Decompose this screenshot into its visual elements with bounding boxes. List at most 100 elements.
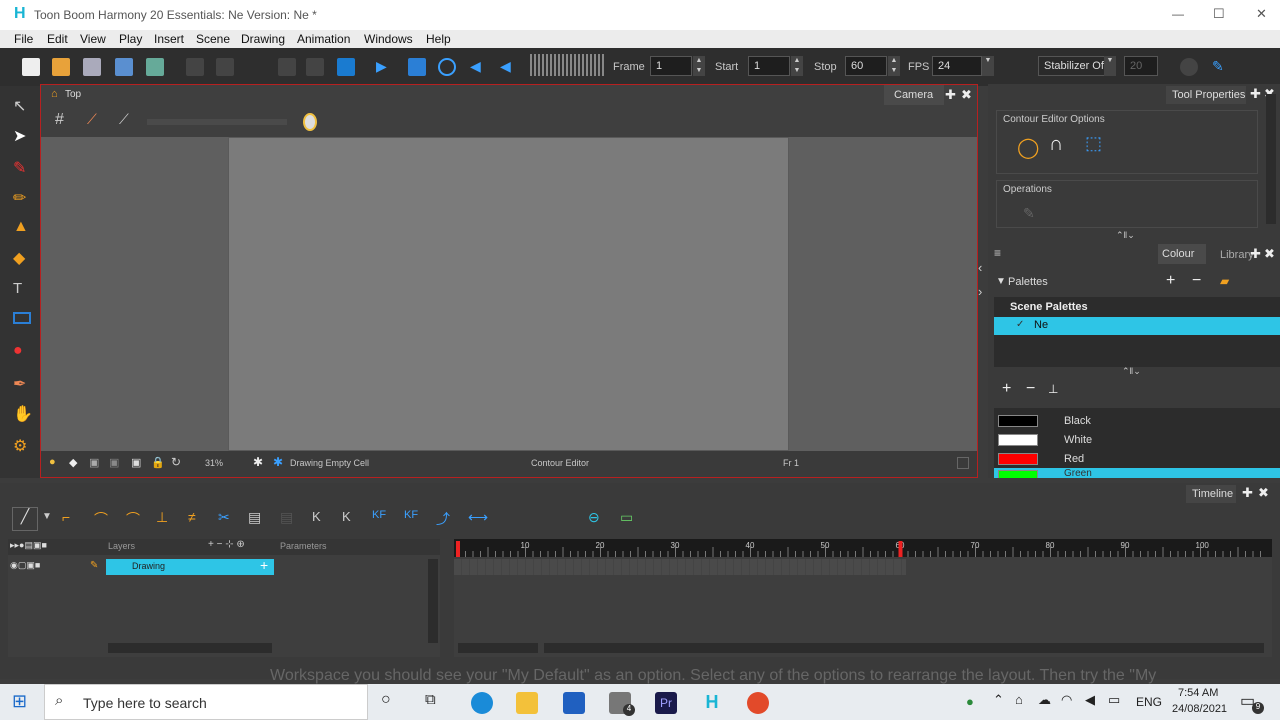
- start-stepper[interactable]: ▲ ▼: [791, 56, 803, 76]
- loop-icon[interactable]: [438, 58, 456, 76]
- prev-keyframe-icon[interactable]: K: [312, 509, 321, 524]
- volume-icon[interactable]: ◀: [1085, 692, 1095, 708]
- language-indicator[interactable]: ENG: [1136, 695, 1162, 709]
- motion-icon[interactable]: ⌒: [126, 509, 140, 529]
- undo-icon[interactable]: [186, 58, 204, 76]
- motion-keyframe-icon[interactable]: ⤴: [436, 509, 450, 529]
- save-as-icon[interactable]: [115, 58, 133, 76]
- smooth-icon[interactable]: ✎: [1023, 205, 1035, 222]
- palettes-expand-icon[interactable]: ▼: [996, 276, 1006, 287]
- layers-h-scrollbar[interactable]: [108, 643, 272, 653]
- edge-browser-icon[interactable]: [471, 692, 493, 714]
- next-keyframe-icon[interactable]: K: [342, 509, 351, 524]
- tray-app-icon[interactable]: ●: [966, 694, 974, 709]
- layer-toggles-icon[interactable]: ▸▸●▤▣■: [10, 540, 47, 551]
- hand-icon[interactable]: ✋: [13, 404, 33, 423]
- remove-palette-icon[interactable]: −: [1192, 272, 1201, 290]
- menu-animation[interactable]: Animation: [297, 32, 350, 46]
- settings-gear-icon[interactable]: ✱: [253, 455, 263, 469]
- sound-icon[interactable]: ◀: [470, 58, 488, 76]
- contour-editor-icon[interactable]: ➤: [13, 126, 31, 145]
- zoom-level[interactable]: 31%: [205, 458, 223, 468]
- add-colour-panel-icon[interactable]: ✚: [1250, 246, 1261, 262]
- palette-splitter-icon[interactable]: ⌃ǁ⌄: [1122, 366, 1141, 377]
- store-icon[interactable]: [563, 692, 585, 714]
- lasso-icon[interactable]: ◯: [1017, 135, 1039, 160]
- copy-icon[interactable]: [278, 58, 296, 76]
- close-button[interactable]: ✕: [1256, 6, 1267, 22]
- fps-dropdown[interactable]: ▼: [982, 56, 994, 76]
- layer-type-dropdown-icon[interactable]: ▼: [42, 511, 52, 522]
- home-icon[interactable]: ⌂: [51, 88, 58, 100]
- cut-icon[interactable]: ✂: [218, 509, 230, 526]
- paste-timeline-icon[interactable]: ▤: [248, 509, 261, 526]
- menu-scene[interactable]: Scene: [196, 32, 230, 46]
- redo-icon[interactable]: [216, 58, 234, 76]
- add-panel-icon[interactable]: ✚: [1250, 86, 1261, 102]
- safe-area-icon[interactable]: ▣: [89, 456, 99, 469]
- onion-skin-range-icon[interactable]: [303, 113, 317, 131]
- tab-library[interactable]: Library: [1220, 249, 1254, 261]
- frame-ruler[interactable]: 102030405060708090100: [454, 539, 1272, 557]
- add-keyframe-icon[interactable]: KF: [372, 509, 386, 521]
- fps-field[interactable]: 24: [932, 56, 982, 76]
- import-icon[interactable]: [146, 58, 164, 76]
- harmony-icon[interactable]: H: [701, 692, 723, 714]
- stabilizer-options-icon[interactable]: [1180, 58, 1198, 76]
- select-arrow-icon[interactable]: ↖: [13, 96, 31, 115]
- recorder-icon[interactable]: [747, 692, 769, 714]
- add-colour-icon[interactable]: +: [1002, 380, 1011, 398]
- eraser-icon[interactable]: ◆: [13, 248, 31, 267]
- close-timeline-icon[interactable]: ✖: [1258, 485, 1269, 501]
- playback-speed-slider[interactable]: [530, 54, 606, 76]
- panel-menu-icon[interactable]: ≡: [994, 246, 1001, 260]
- tool-properties-scrollbar[interactable]: [1266, 94, 1276, 224]
- ease-icon[interactable]: ≠: [188, 509, 196, 525]
- battery-icon[interactable]: ▭: [1108, 692, 1120, 708]
- stabilizer-dropdown[interactable]: Stabilizer Off: [1038, 56, 1110, 76]
- tab-timeline[interactable]: Timeline: [1186, 485, 1236, 503]
- onedrive-icon[interactable]: ☁: [1038, 692, 1051, 708]
- sound-scrubbing-icon[interactable]: ◀: [500, 58, 518, 76]
- add-layer-icon[interactable]: + − ⊹ ⊕: [208, 539, 245, 550]
- marquee-icon[interactable]: ⬚: [1085, 133, 1102, 154]
- drawing-frames-row[interactable]: [454, 559, 906, 575]
- network-icon[interactable]: ⌂: [1015, 692, 1023, 707]
- menu-windows[interactable]: Windows: [364, 32, 413, 46]
- minimize-button[interactable]: —: [1172, 7, 1184, 21]
- menu-drawing[interactable]: Drawing: [241, 32, 285, 46]
- stop-field[interactable]: 60: [845, 56, 887, 76]
- menu-file[interactable]: File: [14, 32, 33, 46]
- tab-camera[interactable]: Camera: [884, 85, 944, 105]
- snap-magnet-icon[interactable]: ∩: [1049, 133, 1063, 156]
- add-timeline-view-icon[interactable]: ✚: [1242, 485, 1253, 501]
- new-scene-icon[interactable]: [22, 58, 40, 76]
- text-icon[interactable]: T: [13, 280, 31, 298]
- grid-icon[interactable]: #: [55, 111, 64, 129]
- breadcrumb[interactable]: Top: [65, 89, 81, 100]
- lock-icon[interactable]: 🔒: [151, 456, 165, 469]
- frames-h-scrollbar[interactable]: [544, 643, 1264, 653]
- stabilizer-chevron-icon[interactable]: ▼: [1104, 56, 1116, 76]
- stop-stepper[interactable]: ▲ ▼: [888, 56, 900, 76]
- play-icon[interactable]: ▶: [376, 58, 394, 76]
- layer-visibility-icon[interactable]: ◉▢▣■: [10, 560, 40, 571]
- colour-row-red[interactable]: Red: [994, 450, 1280, 468]
- light-table-icon[interactable]: ⟋: [119, 111, 129, 128]
- paste-icon[interactable]: [306, 58, 324, 76]
- frame-stepper[interactable]: ▲ ▼: [693, 56, 705, 76]
- tab-tool-properties[interactable]: Tool Properties: [1166, 86, 1246, 104]
- maximize-button[interactable]: ☐: [1213, 6, 1225, 22]
- tray-overflow-icon[interactable]: ⌃: [993, 692, 1004, 708]
- file-explorer-icon[interactable]: [516, 692, 538, 714]
- menu-insert[interactable]: Insert: [154, 32, 184, 46]
- render-icon[interactable]: [337, 58, 355, 76]
- palette-folder-icon[interactable]: ▰: [1220, 274, 1229, 288]
- clock-date[interactable]: 24/08/2021: [1172, 703, 1227, 715]
- start-field[interactable]: 1: [748, 56, 790, 76]
- mail-icon[interactable]: 4: [609, 692, 635, 716]
- add-palette-icon[interactable]: +: [1166, 272, 1175, 290]
- taskbar-search[interactable]: ⌕ Type here to search: [44, 684, 368, 720]
- layers-scrollbar[interactable]: [428, 559, 438, 643]
- curve-icon[interactable]: ⌒: [94, 509, 108, 529]
